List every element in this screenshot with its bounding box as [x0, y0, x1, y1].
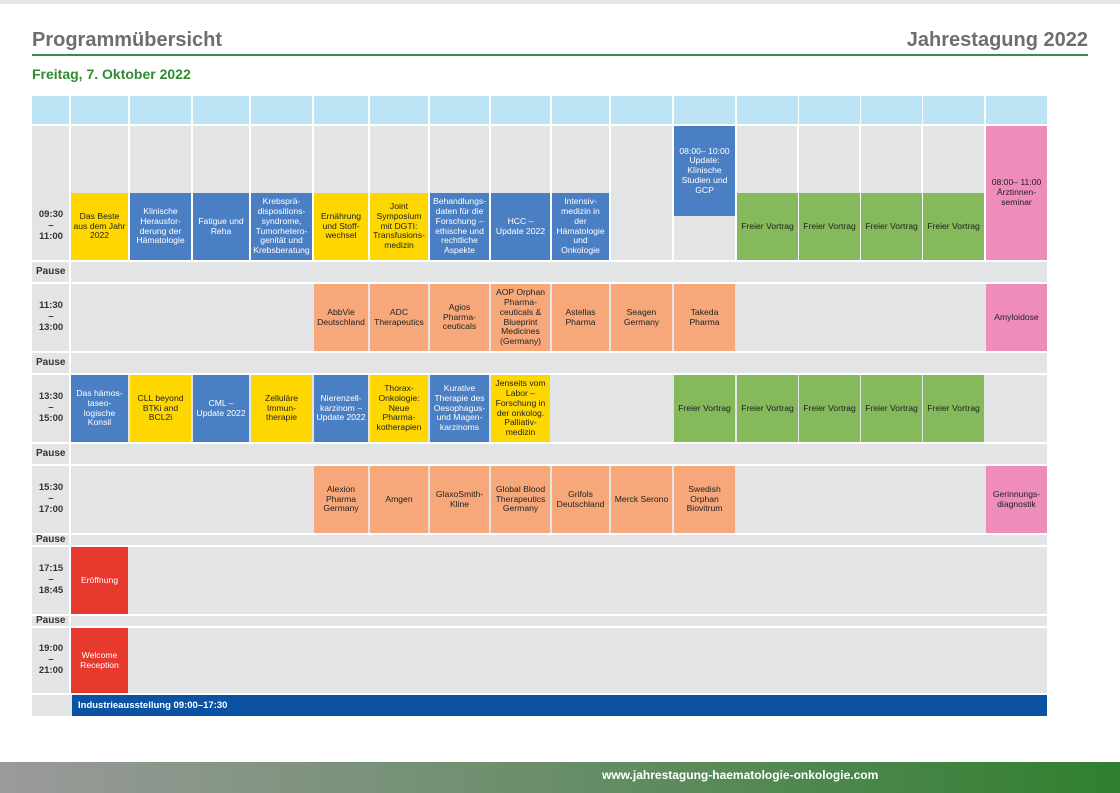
room-header-2	[130, 96, 191, 124]
session-cell[interactable]: CML – Update 2022	[193, 375, 249, 442]
time-slot-4: 15:30–17:00	[38, 482, 64, 515]
pause-band-5	[32, 616, 1047, 626]
session-cell[interactable]: Freier Vortrag	[923, 375, 984, 442]
session-cell[interactable]: 08:00– 11:00 Ärztinnen-seminar	[986, 126, 1047, 260]
column-divider	[609, 126, 611, 260]
session-cell[interactable]: Eröffnung	[71, 547, 128, 614]
pause-label: Pause	[36, 448, 66, 459]
room-header-5	[314, 96, 368, 124]
session-cell[interactable]: Merck Serono	[611, 466, 672, 533]
industry-exhibition-bar: Industrieausstellung 09:00–17:30	[72, 695, 1047, 716]
room-header-15	[923, 96, 984, 124]
session-cell[interactable]: Alexion Pharma Germany	[314, 466, 368, 533]
session-cell[interactable]: Behandlungs-daten für die Forschung – et…	[430, 193, 489, 260]
session-cell[interactable]: Das hämos-taseo-logische Konsil	[71, 375, 128, 442]
room-header-8	[491, 96, 550, 124]
session-cell[interactable]: Seagen Germany	[611, 284, 672, 351]
top-rule	[0, 0, 1120, 4]
session-cell[interactable]: Thorax-Onkologie: Neue Pharma-kotherapie…	[370, 375, 428, 442]
session-cell[interactable]: Takeda Pharma	[674, 284, 735, 351]
session-cell[interactable]: Ernährung und Stoff-wechsel	[314, 193, 368, 260]
room-header-10	[611, 96, 672, 124]
footer-bar	[0, 762, 1120, 793]
pause-label: Pause	[36, 534, 66, 545]
session-cell[interactable]: Freier Vortrag	[737, 375, 798, 442]
session-band-5	[32, 547, 1047, 614]
session-cell[interactable]: Gerinnungs-diagnostik	[986, 466, 1047, 533]
session-cell[interactable]: Freier Vortrag	[674, 375, 735, 442]
session-cell[interactable]: Joint Symposium mit DGTI: Transfusions-m…	[370, 193, 428, 260]
session-cell[interactable]: Freier Vortrag	[737, 193, 798, 260]
session-cell[interactable]: Agios Pharma-ceuticals	[430, 284, 489, 351]
session-cell[interactable]: Amyloidose	[986, 284, 1047, 351]
session-cell[interactable]: Freier Vortrag	[799, 193, 860, 260]
title-divider	[32, 54, 1088, 56]
room-header-time	[32, 96, 69, 124]
time-slot-2: 11:30–13:00	[38, 300, 64, 333]
session-cell[interactable]: Klinische Herausfor-derung der Hämatolog…	[130, 193, 191, 260]
page-title: Programmübersicht	[32, 29, 223, 51]
session-cell[interactable]: Amgen	[370, 466, 428, 533]
session-cell[interactable]: ADC Therapeutics	[370, 284, 428, 351]
room-header-16	[986, 96, 1047, 124]
time-slot-5: 17:15–18:45	[38, 563, 64, 596]
session-cell[interactable]: Fatigue und Reha	[193, 193, 249, 260]
session-cell[interactable]: CLL beyond BTKi and BCL2i	[130, 375, 191, 442]
pause-label: Pause	[36, 266, 66, 277]
session-cell[interactable]: Swedish Orphan Biovitrum	[674, 466, 735, 533]
pause-band-4	[32, 535, 1047, 545]
room-header-14	[861, 96, 922, 124]
session-cell[interactable]: HCC – Update 2022	[491, 193, 550, 260]
footer-url[interactable]: www.jahrestagung-haematologie-onkologie.…	[602, 768, 878, 782]
session-cell[interactable]: Freier Vortrag	[799, 375, 860, 442]
time-slot-1: 09:30–11:00	[38, 209, 64, 242]
room-header-6	[370, 96, 428, 124]
pause-label: Pause	[36, 357, 66, 368]
event-title: Jahrestagung 2022	[906, 29, 1088, 51]
time-slot-3: 13:30–15:00	[38, 391, 64, 424]
session-cell[interactable]: Kurative Therapie des Oesophagus- und Ma…	[430, 375, 489, 442]
session-cell[interactable]: Astellas Pharma	[552, 284, 609, 351]
pause-band-2	[32, 353, 1047, 373]
session-cell[interactable]: Zelluläre Immun-therapie	[251, 375, 312, 442]
room-header-3	[193, 96, 249, 124]
session-cell[interactable]: Intensiv-medizin in der Hämatologie und …	[552, 193, 609, 260]
room-header-9	[552, 96, 609, 124]
room-header-12	[737, 96, 798, 124]
room-header-7	[430, 96, 489, 124]
pause-label: Pause	[36, 615, 66, 626]
room-header-4	[251, 96, 312, 124]
session-cell[interactable]: Welcome Reception	[71, 628, 128, 693]
session-cell[interactable]: Freier Vortrag	[923, 193, 984, 260]
room-header-13	[799, 96, 860, 124]
room-header-1	[71, 96, 128, 124]
session-cell[interactable]: Nierenzell-karzinom – Update 2022	[314, 375, 368, 442]
time-slot-6: 19:00–21:00	[38, 643, 64, 676]
session-cell[interactable]: Das Beste aus dem Jahr 2022	[71, 193, 128, 260]
room-header-11	[674, 96, 735, 124]
session-cell[interactable]: Grifols Deutschland	[552, 466, 609, 533]
session-cell[interactable]: Freier Vortrag	[861, 375, 922, 442]
session-band-6	[32, 628, 1047, 693]
session-cell[interactable]: GlaxoSmith-Kline	[430, 466, 489, 533]
session-cell[interactable]: Global Blood Therapeutics Germany	[491, 466, 550, 533]
session-cell[interactable]: Krebsprä-dispositions-syndrome, Tumorhet…	[251, 193, 312, 260]
session-cell[interactable]: AOP Orphan Pharma-ceuticals & Blueprint …	[491, 284, 550, 351]
session-cell[interactable]: Jenseits vom Labor – Forschung in der on…	[491, 375, 550, 442]
pause-band-1	[32, 262, 1047, 282]
session-cell[interactable]: AbbVie Deutschland	[314, 284, 368, 351]
session-cell[interactable]: Freier Vortrag	[861, 193, 922, 260]
pause-band-3	[32, 444, 1047, 464]
day-heading: Freitag, 7. Oktober 2022	[32, 66, 191, 82]
session-cell[interactable]: 08:00– 10:00 Update: Klinische Studien u…	[674, 126, 735, 216]
